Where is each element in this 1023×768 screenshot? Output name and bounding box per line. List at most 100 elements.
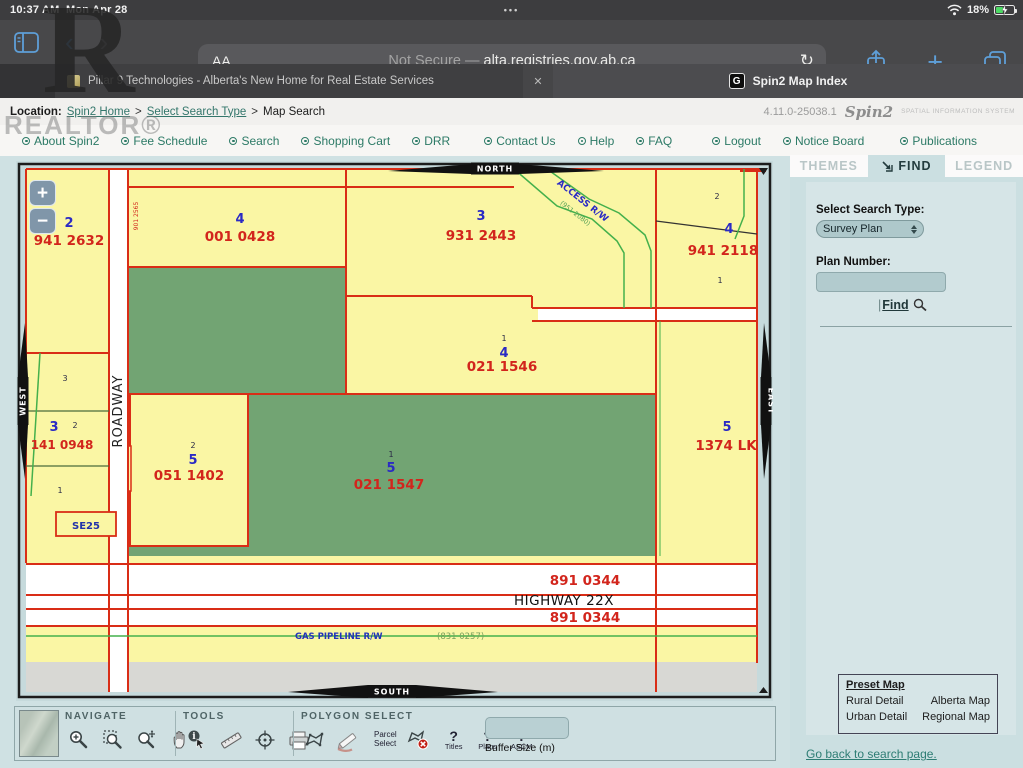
center-map-tool-icon[interactable] xyxy=(253,727,277,753)
pipeline-plan-label: (831 0257) xyxy=(437,632,484,642)
identify-tool-icon[interactable]: i xyxy=(185,727,209,753)
search-panel: THEMES FIND LEGEND Select Search Type: S… xyxy=(790,155,1023,768)
map-toolbar: NAVIGATE TOOLS i POLYGON SELECT xyxy=(14,706,776,761)
nav-drr[interactable]: DRR xyxy=(412,134,450,148)
preset-alberta-map[interactable]: Alberta Map xyxy=(931,695,990,707)
parcel-plan: 021 1547 xyxy=(354,477,424,493)
back-button[interactable]: ‹ xyxy=(65,32,74,52)
charging-bolt-icon xyxy=(1000,5,1010,15)
roadway-plan-label: 901 2565 xyxy=(133,202,140,231)
east-label: EAST xyxy=(767,388,774,415)
parcel-plan: 051 1402 xyxy=(154,468,224,484)
nav-about-spin2[interactable]: About Spin2 xyxy=(22,134,99,148)
south-label: SOUTH xyxy=(374,688,410,697)
nav-contact-us[interactable]: Contact Us xyxy=(484,134,555,148)
clear-polygon-tool-icon[interactable] xyxy=(405,727,433,753)
tab-find[interactable]: FIND xyxy=(868,155,946,177)
close-tab-icon[interactable]: ✕ xyxy=(523,64,553,98)
zoom-in-button[interactable]: + xyxy=(29,180,56,206)
tab-themes[interactable]: THEMES xyxy=(790,155,868,177)
parcel-note: 2 xyxy=(190,441,195,450)
parcel-lot: 3 xyxy=(476,209,485,224)
nav-search[interactable]: Search xyxy=(229,134,279,148)
map-viewport[interactable]: NORTH SOUTH WEST EAST 2 941 2632 4 001 0… xyxy=(16,161,773,701)
breadcrumb-spin2-home[interactable]: Spin2 Home xyxy=(67,106,130,118)
parcel-lot: 5 xyxy=(188,453,197,468)
tab-strip: Pillar 9 Technologies - Alberta's New Ho… xyxy=(0,64,1023,98)
nav-publications[interactable]: Publications xyxy=(900,134,977,148)
preset-rural-detail[interactable]: Rural Detail xyxy=(846,695,903,707)
parcel-note: 1 xyxy=(717,276,722,285)
search-type-select[interactable]: Survey Plan xyxy=(816,220,924,238)
breadcrumb-bar: Location: Spin2 Home > Select Search Typ… xyxy=(0,98,1023,125)
battery-icon xyxy=(994,5,1015,15)
sidebar-icon[interactable] xyxy=(14,32,39,53)
radio-bullet-icon xyxy=(712,137,720,145)
radio-bullet-icon xyxy=(783,137,791,145)
zoom-window-tool-icon[interactable] xyxy=(101,727,125,753)
tab-spin2-map-index[interactable]: G Spin2 Map Index xyxy=(553,64,1023,98)
west-label: WEST xyxy=(19,386,28,416)
map-canvas[interactable]: NORTH SOUTH WEST EAST 2 941 2632 4 001 0… xyxy=(16,161,773,701)
se25-label: SE25 xyxy=(72,521,100,532)
parcel-plan: 001 0428 xyxy=(205,229,275,245)
nav-fee-schedule[interactable]: Fee Schedule xyxy=(121,134,207,148)
zoom-pan-tool-icon[interactable] xyxy=(135,727,159,753)
nav-notice-board[interactable]: Notice Board xyxy=(783,134,864,148)
toolbar-divider xyxy=(293,711,294,756)
breadcrumb-current: Map Search xyxy=(263,106,325,118)
nav-faq[interactable]: FAQ xyxy=(636,134,672,148)
parcel-note: 1 xyxy=(57,486,62,495)
overview-map-thumbnail[interactable] xyxy=(19,710,59,757)
parcel-note: 1 xyxy=(501,334,506,343)
polygon-section-label: POLYGON SELECT xyxy=(301,711,413,722)
plan-number-input[interactable] xyxy=(816,272,946,292)
parcel-note: 2 xyxy=(714,192,719,201)
buffer-size-input[interactable] xyxy=(485,717,569,739)
nav-help[interactable]: Help xyxy=(578,134,615,148)
parcel-lot: 2 xyxy=(64,216,73,231)
battery-percent: 18% xyxy=(967,4,989,16)
preset-map-box: Preset Map Rural Detail Alberta Map Urba… xyxy=(838,674,998,734)
parcel-plan: 1374 LK xyxy=(695,438,757,454)
zoom-in-tool-icon[interactable] xyxy=(67,727,91,753)
parcel-lot: 4 xyxy=(724,222,733,237)
preset-regional-map[interactable]: Regional Map xyxy=(922,711,990,723)
tab-pillar9[interactable]: Pillar 9 Technologies - Alberta's New Ho… xyxy=(55,64,523,98)
parcel-plan: 941 2118 xyxy=(688,243,758,259)
north-label: NORTH xyxy=(477,165,513,174)
navigate-section-label: NAVIGATE xyxy=(65,711,127,722)
highway-plan-label: 891 0344 xyxy=(550,573,620,589)
find-button[interactable]: | Find xyxy=(878,298,1016,312)
radio-bullet-icon xyxy=(412,137,420,145)
parcel-plan: 141 0948 xyxy=(31,438,94,452)
favicon xyxy=(67,75,80,88)
nav-shopping-cart[interactable]: Shopping Cart xyxy=(301,134,390,148)
spin2-logo: Spin2 xyxy=(845,103,893,121)
highway-name-label: HIGHWAY 22X xyxy=(514,593,614,609)
go-back-link[interactable]: Go back to search page. xyxy=(806,747,937,761)
breadcrumb-select-search-type[interactable]: Select Search Type xyxy=(147,106,247,118)
stepper-icon xyxy=(911,225,917,234)
parcel-lot: 3 xyxy=(49,420,58,435)
pipeline-label: GAS PIPELINE R/W xyxy=(295,632,383,642)
radio-bullet-icon xyxy=(900,137,908,145)
polygon-select-tool-icon[interactable] xyxy=(303,727,327,753)
measure-tool-icon[interactable] xyxy=(219,727,243,753)
svg-text:i: i xyxy=(192,732,196,742)
preset-map-title: Preset Map xyxy=(846,679,990,691)
tools-section-label: TOOLS xyxy=(183,711,225,722)
parcel-note: 1 xyxy=(388,450,393,459)
version-number: 4.11.0-25038.1 xyxy=(764,106,837,118)
highway-plan-label: 891 0344 xyxy=(550,610,620,626)
parcel-select-pen-icon[interactable] xyxy=(335,727,365,753)
nav-logout[interactable]: Logout xyxy=(712,134,761,148)
radio-bullet-icon xyxy=(301,137,309,145)
tab-legend[interactable]: LEGEND xyxy=(945,155,1023,177)
query-titles-button[interactable]: ? Titles xyxy=(441,730,467,751)
forward-button[interactable]: › xyxy=(100,32,109,52)
preset-urban-detail[interactable]: Urban Detail xyxy=(846,711,907,723)
zoom-out-button[interactable]: − xyxy=(29,208,56,234)
site-nav: About Spin2 Fee Schedule Search Shopping… xyxy=(0,125,1023,156)
parcel-plan: 021 1546 xyxy=(467,359,537,375)
